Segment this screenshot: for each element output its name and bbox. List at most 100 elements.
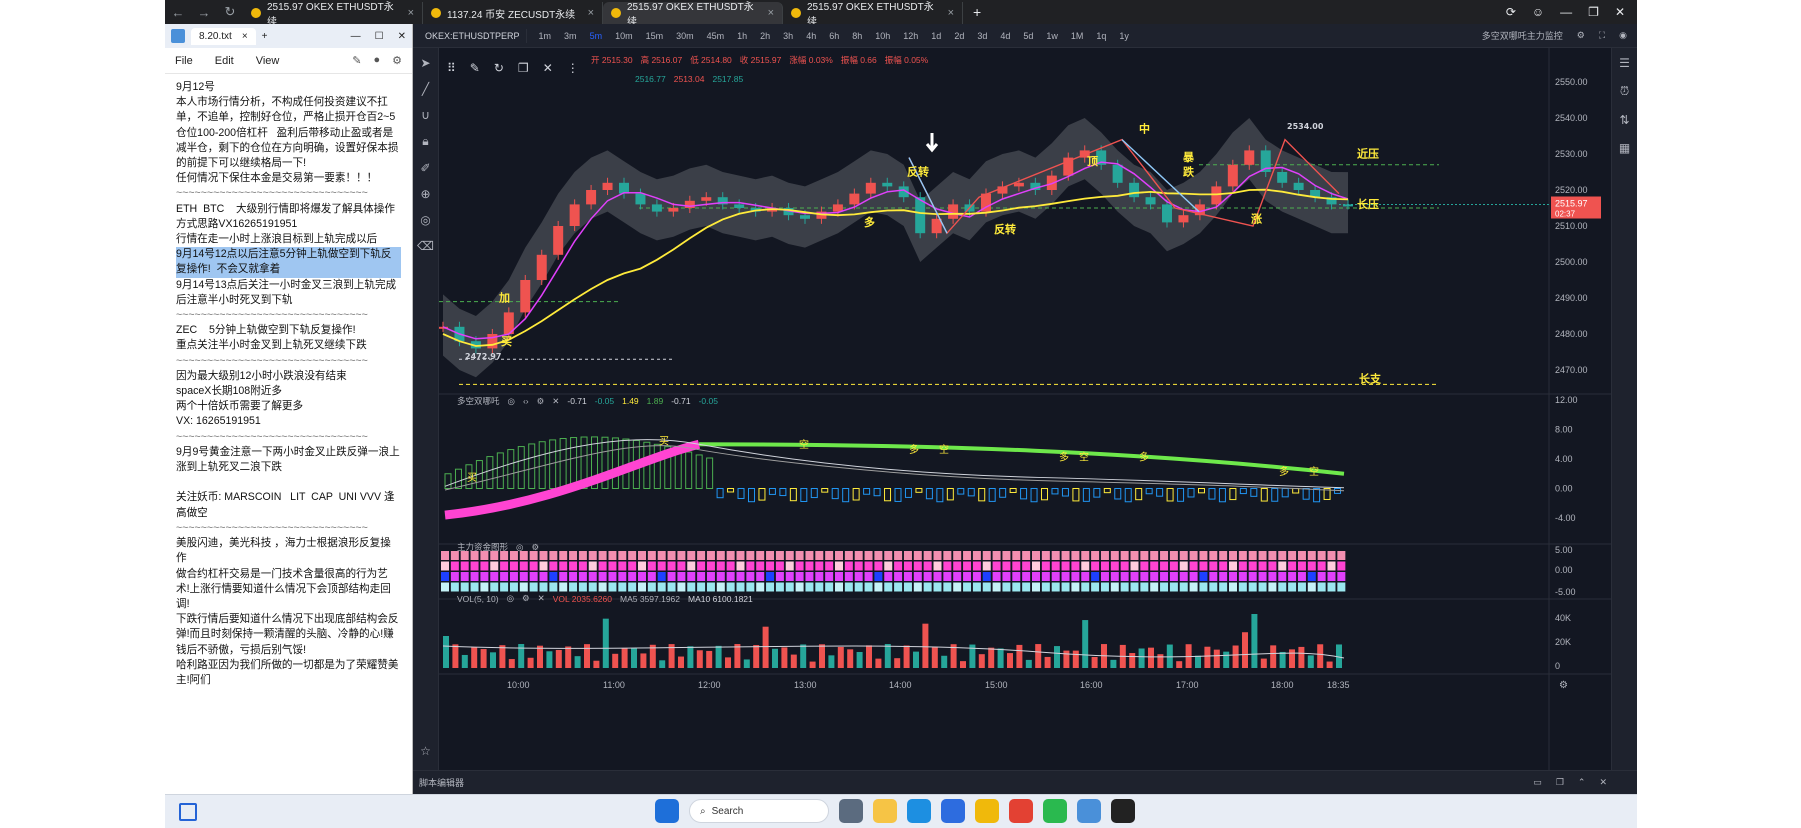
timeframe-1y[interactable]: 1y [1117,30,1131,42]
timeframe-1h[interactable]: 1h [735,30,749,42]
browser-tab-4[interactable]: 2515.97 OKEX ETHUSDT永续 × [783,2,963,28]
paint-icon[interactable]: ✎ [470,61,480,75]
store-icon[interactable] [941,799,965,823]
okx-icon[interactable] [1111,799,1135,823]
start-icon[interactable] [655,799,679,823]
alerts-icon[interactable]: ⏰︎ [1620,84,1629,99]
notepad-icon[interactable] [1077,799,1101,823]
clone-icon[interactable]: ❐ [518,61,529,75]
widgets-icon[interactable] [179,803,197,821]
timeframe-2h[interactable]: 2h [758,30,772,42]
rotate-icon[interactable]: ↻ [494,61,504,75]
close-icon[interactable]: × [242,31,248,42]
timeframe-1q[interactable]: 1q [1094,30,1108,42]
edge-icon[interactable] [907,799,931,823]
crosshair-icon[interactable]: ⊕ [420,187,430,201]
timeframe-30m[interactable]: 30m [674,30,696,42]
script-editor-tab[interactable]: 脚本编辑器 [419,776,464,789]
close-icon[interactable]: × [408,7,414,19]
window-icon[interactable]: ❐ [1556,777,1564,788]
timeframe-15m[interactable]: 15m [644,30,666,42]
new-tab-button[interactable]: + [262,31,268,42]
browser-tab-3[interactable]: 2515.97 OKEX ETHUSDT永续 × [603,2,783,28]
task-view-icon[interactable] [839,799,863,823]
axis-settings-icon[interactable]: ⚙ [1559,680,1568,691]
sync-icon[interactable]: ⟳ [1506,5,1516,19]
timeframe-1m[interactable]: 1m [537,30,554,42]
data-window-icon[interactable]: ⇅ [1619,113,1629,127]
timeframe-6h[interactable]: 6h [827,30,841,42]
trend-line-icon[interactable]: ╱ [422,82,429,96]
timeframe-5m[interactable]: 5m [588,30,605,42]
chrome-icon[interactable] [1009,799,1033,823]
new-tab-button[interactable]: + [963,4,991,20]
close-icon[interactable]: × [948,7,954,19]
eye-icon[interactable]: ◎ [507,593,514,604]
timeframe-8h[interactable]: 8h [850,30,864,42]
menu-edit[interactable]: Edit [215,55,234,67]
taskbar-search[interactable]: ⌕ Search [689,799,829,823]
timeframe-10h[interactable]: 10h [873,30,892,42]
cursor-icon[interactable]: ➤ [420,56,430,70]
timeframe-5d[interactable]: 5d [1021,30,1035,42]
close-icon[interactable]: × [768,7,774,19]
close-icon[interactable]: ✕ [1599,777,1607,788]
chart-canvas[interactable]: 2550.00 2540.00 2530.00 2520.00 2510.00 2500.… [439,48,1611,770]
timeframe-2d[interactable]: 2d [952,30,966,42]
calendar-icon[interactable]: ▦ [1619,141,1630,155]
minimize-icon[interactable]: — [1560,5,1572,19]
close-icon[interactable]: ✕ [552,396,559,407]
watchlist-icon[interactable]: ☰ [1619,56,1630,70]
eye-icon[interactable]: ◎ [508,396,515,407]
code-icon[interactable]: ‹› [523,396,529,406]
wechat-icon[interactable] [1043,799,1067,823]
settings-icon[interactable]: ⚙ [522,593,530,604]
drag-handle-icon[interactable]: ⠿ [447,61,456,75]
collapse-icon[interactable]: ⌃ [1578,777,1586,788]
eraser-icon[interactable]: ⌫ [417,239,434,253]
close-icon[interactable]: ✕ [538,593,545,604]
binance-icon[interactable] [975,799,999,823]
settings-icon[interactable]: ⚙ [1577,30,1585,41]
notepad-tab[interactable]: 8.20.txt × [191,27,256,45]
back-icon[interactable]: ← [165,5,191,20]
minimize-icon[interactable]: — [351,31,361,42]
close-icon[interactable]: × [588,7,594,19]
panel-icon[interactable]: ▭ [1533,777,1542,788]
close-window-icon[interactable]: ✕ [398,31,406,42]
fullscreen-icon[interactable]: ⛶ [1599,30,1605,41]
browser-tab-1[interactable]: 2515.97 OKEX ETHUSDT永续 × [243,2,423,28]
timeframe-45m[interactable]: 45m [705,30,727,42]
maximize-icon[interactable]: ☐ [375,31,384,42]
close-icon[interactable]: ✕ [543,61,553,75]
brush-icon[interactable]: ✐ [420,161,430,175]
symbol-search[interactable]: OKEX:ETHUSDTPERP [419,28,527,43]
timeframe-1M[interactable]: 1M [1069,30,1086,42]
timeframe-4d[interactable]: 4d [998,30,1012,42]
more-icon[interactable]: ⋮ [567,61,579,75]
timeframe-3h[interactable]: 3h [781,30,795,42]
menu-file[interactable]: File [175,55,193,67]
magnet-icon[interactable]: ∪ [421,108,430,122]
restore-icon[interactable]: ❐ [1588,5,1599,19]
timeframe-10m[interactable]: 10m [613,30,635,42]
reload-icon[interactable]: ↻ [217,4,243,20]
star-icon[interactable]: ☆ [420,744,431,758]
timeframe-3d[interactable]: 3d [975,30,989,42]
indicator-template-button[interactable]: 多空双哪吒主力监控 [1482,29,1563,42]
settings-icon[interactable]: ⚙ [531,542,539,553]
settings-icon[interactable]: ⚙ [537,396,545,407]
file-explorer-icon[interactable] [873,799,897,823]
timeframe-4h[interactable]: 4h [804,30,818,42]
timeframe-1w[interactable]: 1w [1044,30,1060,42]
timeframe-3m[interactable]: 3m [562,30,579,42]
settings-icon[interactable]: ⚙ [392,54,402,67]
timeframe-12h[interactable]: 12h [901,30,920,42]
eye-icon[interactable]: ◎ [420,213,430,227]
close-window-icon[interactable]: ✕ [1615,5,1625,19]
lock-icon[interactable]: 🔒︎ [422,134,428,149]
account-icon[interactable]: ● [373,54,380,67]
timeframe-1d[interactable]: 1d [929,30,943,42]
menu-view[interactable]: View [256,55,280,67]
copilot-icon[interactable]: ✎ [352,54,361,67]
